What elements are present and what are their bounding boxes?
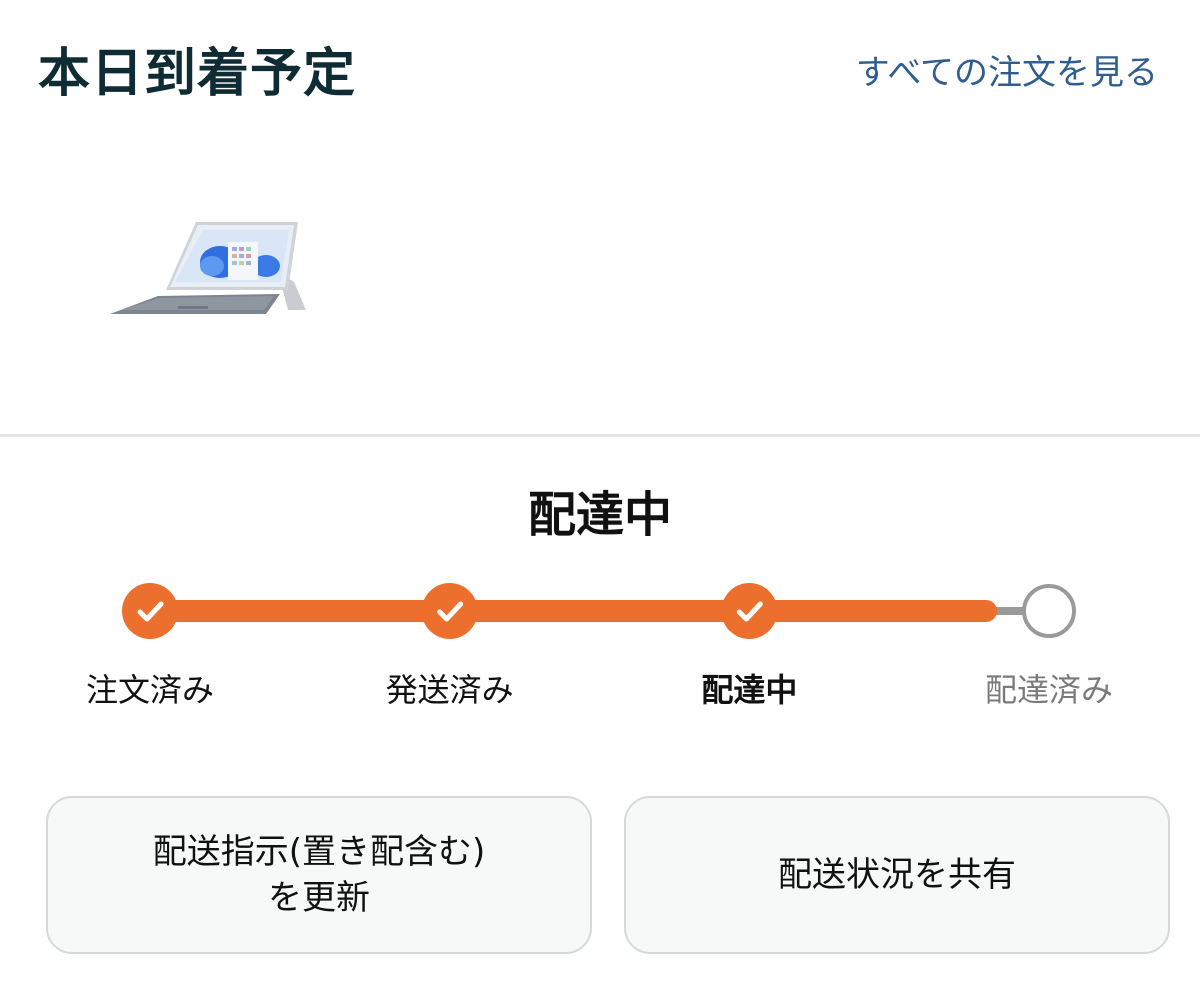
progress-track: [122, 583, 1076, 639]
page-title: 本日到着予定: [38, 44, 357, 104]
step-marker-4: [1022, 584, 1076, 638]
update-instructions-label-line2: を更新: [268, 878, 370, 918]
pending-circle-icon: [1022, 584, 1076, 638]
step-marker-1: [122, 583, 178, 639]
step-label-1: 注文済み: [85, 671, 214, 709]
share-delivery-status-button[interactable]: 配送状況を共有: [624, 796, 1170, 954]
order-status-card: 本日到着予定 すべての注文を見る 配達中 注文済み 発送済み 配達中 配達済み …: [0, 0, 1200, 988]
step-complete-circle: [721, 583, 778, 639]
update-instructions-label-line1: 配送指示(置き配含む): [152, 832, 486, 872]
step-marker-3: [721, 583, 778, 639]
step-complete-circle: [421, 583, 478, 639]
step-marker-2: [421, 583, 478, 639]
share-status-label: 配送状況を共有: [778, 855, 1016, 895]
delivery-status-heading: 配達中: [527, 487, 672, 543]
step-complete-circle: [122, 583, 178, 639]
step-label-4: 配達済み: [984, 671, 1113, 709]
see-all-orders-link[interactable]: すべての注文を見る: [856, 50, 1158, 96]
delivery-progress-tracker: 注文済み 発送済み 配達中 配達済み: [0, 580, 1200, 710]
update-delivery-instructions-button[interactable]: 配送指示(置き配含む) を更新: [46, 796, 592, 954]
step-label-2: 発送済み: [385, 671, 514, 709]
section-divider: [0, 434, 1200, 437]
product-image[interactable]: [108, 214, 310, 318]
step-label-3: 配達中: [701, 671, 798, 709]
